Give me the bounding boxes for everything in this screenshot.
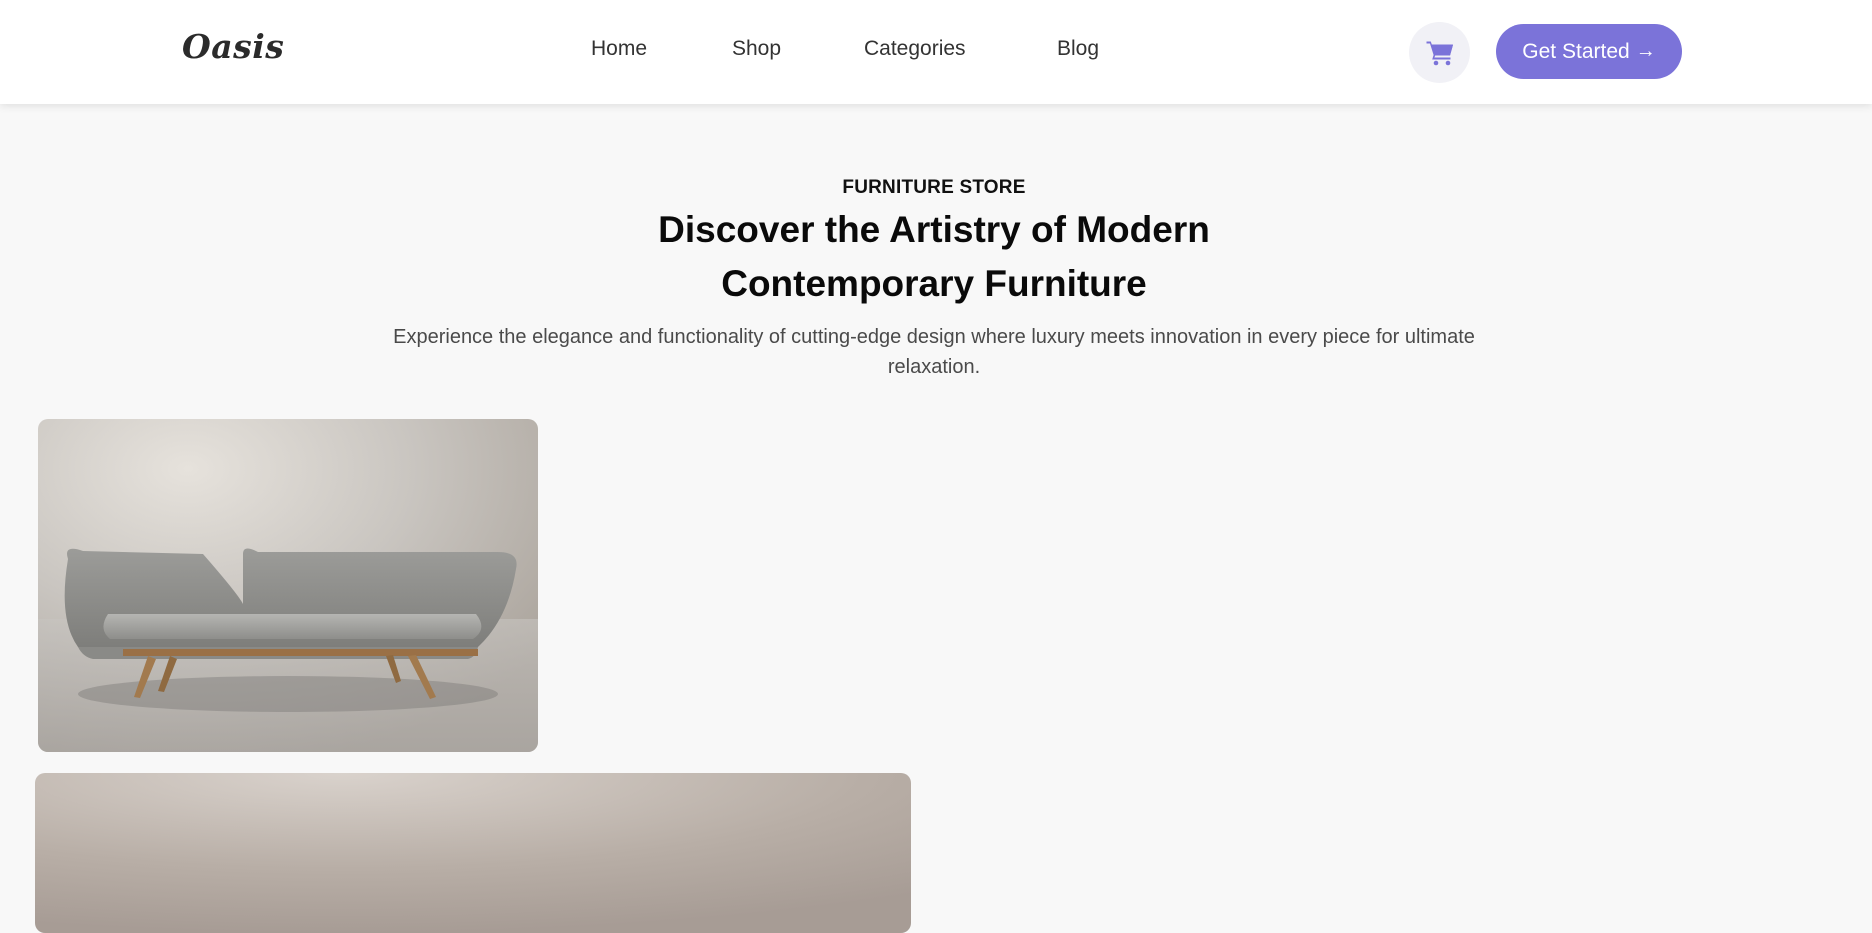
nav-link-home[interactable]: Home xyxy=(591,37,647,61)
nav-link-shop[interactable]: Shop xyxy=(732,37,781,61)
product-image-secondary[interactable] xyxy=(35,773,911,933)
shopping-cart-icon xyxy=(1426,41,1453,65)
arrow-right-icon: → xyxy=(1635,40,1656,62)
cart-button[interactable] xyxy=(1409,22,1470,83)
hero-title-line-2: Contemporary Furniture xyxy=(721,263,1147,304)
hero-title: Discover the Artistry of Modern Contempo… xyxy=(0,203,1868,311)
hero-description: Experience the elegance and functionalit… xyxy=(393,326,1475,378)
product-image-sofa[interactable] xyxy=(38,419,538,752)
brand-logo[interactable]: Oasis xyxy=(182,27,284,66)
hero-eyebrow: FURNITURE STORE xyxy=(842,177,1026,198)
nav-link-blog[interactable]: Blog xyxy=(1057,37,1099,61)
hero-title-line-1: Discover the Artistry of Modern xyxy=(658,209,1210,250)
nav-link-categories[interactable]: Categories xyxy=(864,37,966,61)
top-navbar: Oasis Home Shop Categories Blog Get Star… xyxy=(0,0,1872,104)
product-photo xyxy=(35,773,911,933)
sofa-photo xyxy=(38,419,538,752)
get-started-button[interactable]: Get Started → xyxy=(1496,24,1682,79)
get-started-label: Get Started xyxy=(1522,39,1630,63)
